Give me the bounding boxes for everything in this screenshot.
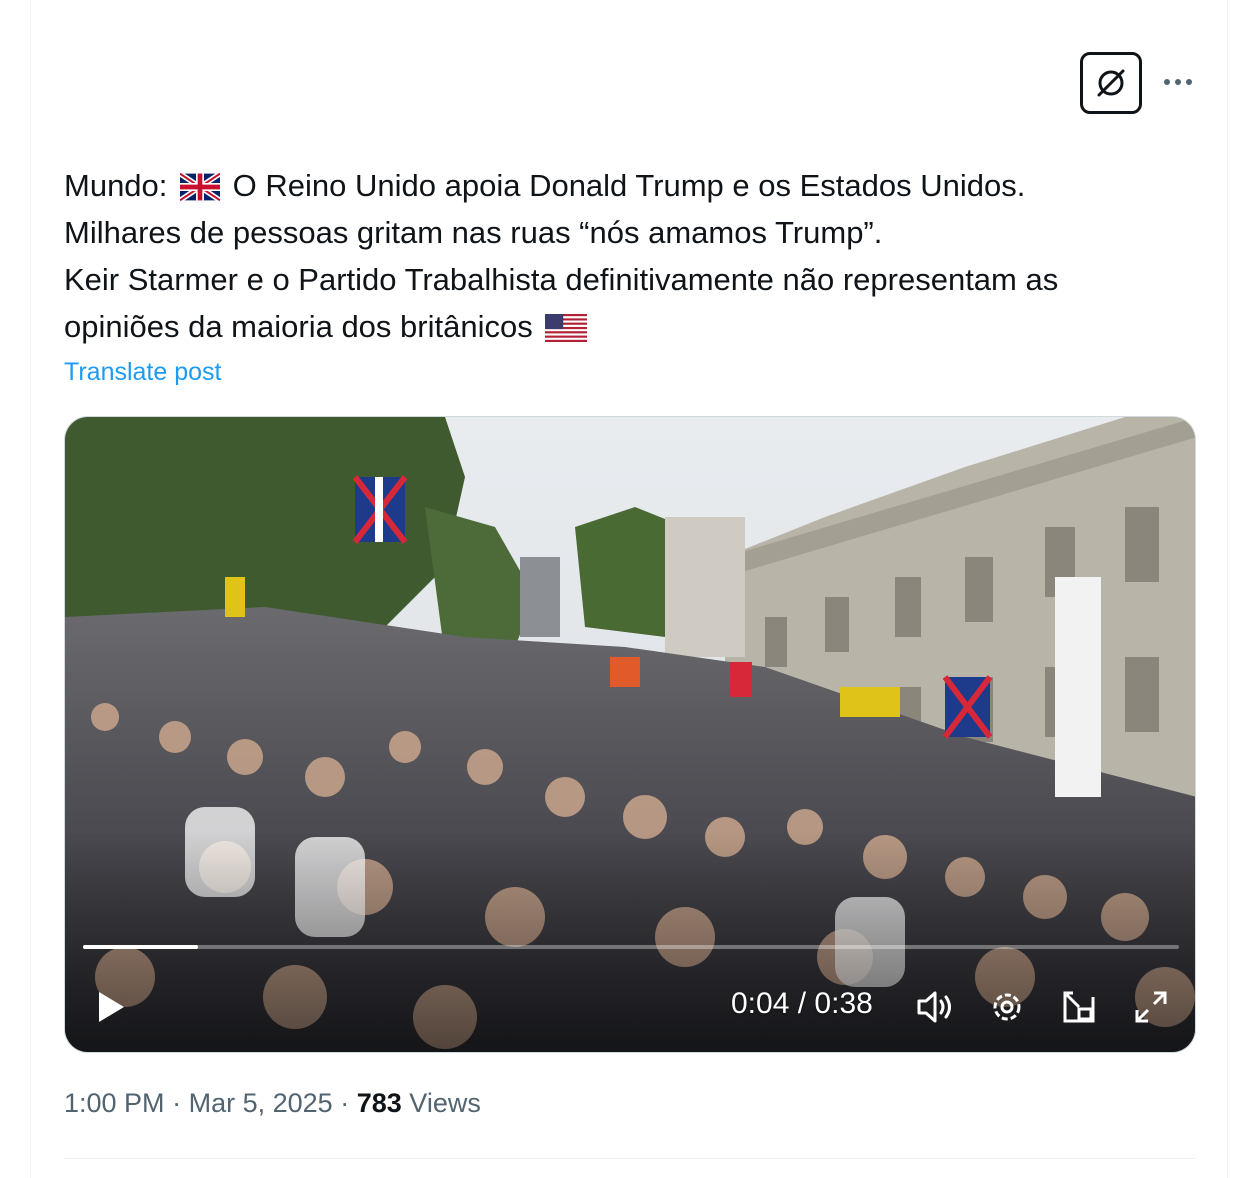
post-meta: 1:00 PM · Mar 5, 2025 · 783 Views [64,1088,481,1119]
post-time[interactable]: 1:00 PM [64,1088,165,1118]
video-player[interactable]: 0:04 / 0:38 [64,416,1196,1053]
video-time: 0:04 / 0:38 [731,987,873,1021]
post-text-line: Mundo: O Reino Unido apoia Donald Trump … [64,162,1204,209]
post-text-segment: Mundo: [64,168,168,203]
pip-icon [1063,991,1095,1023]
fullscreen-icon [1135,991,1167,1023]
translate-post-link[interactable]: Translate post [64,358,221,387]
grok-icon [1097,69,1125,97]
video-duration: 0:38 [814,987,873,1020]
fullscreen-button[interactable] [1127,983,1175,1031]
picture-in-picture-button[interactable] [1055,983,1103,1031]
volume-icon [917,991,951,1023]
grok-button[interactable] [1080,52,1142,114]
post-text-line: Keir Starmer e o Partido Trabalhista def… [64,262,1059,297]
play-button[interactable] [89,985,133,1029]
video-current-time: 0:04 [731,987,790,1020]
meta-separator: · [172,1088,182,1118]
post-date[interactable]: Mar 5, 2025 [189,1088,333,1118]
settings-button[interactable] [983,983,1031,1031]
views-count[interactable]: 783 [357,1088,402,1118]
settings-icon [993,993,1021,1021]
more-icon [1164,79,1192,85]
video-progress-fill [83,945,199,949]
post-text-line: opiniões da maioria dos britânicos [64,303,1204,350]
video-time-separator: / [797,987,807,1020]
more-options-button[interactable] [1158,62,1198,102]
uk-flag-icon [180,173,221,201]
volume-button[interactable] [911,983,959,1031]
video-controls: 0:04 / 0:38 [65,977,1195,1037]
post-text: Mundo: O Reino Unido apoia Donald Trump … [64,162,1204,350]
views-label[interactable]: Views [409,1088,481,1118]
post-text-segment: opiniões da maioria dos britânicos [64,309,533,344]
post-text-segment: O Reino Unido apoia Donald Trump e os Es… [232,168,1026,203]
play-icon [99,992,124,1022]
us-flag-icon [545,314,588,342]
meta-separator: · [340,1088,350,1118]
video-frame [65,417,1195,1052]
divider [64,1158,1196,1159]
video-progress-bar[interactable] [83,945,1179,949]
post-text-line: Milhares de pessoas gritam nas ruas “nós… [64,215,883,250]
